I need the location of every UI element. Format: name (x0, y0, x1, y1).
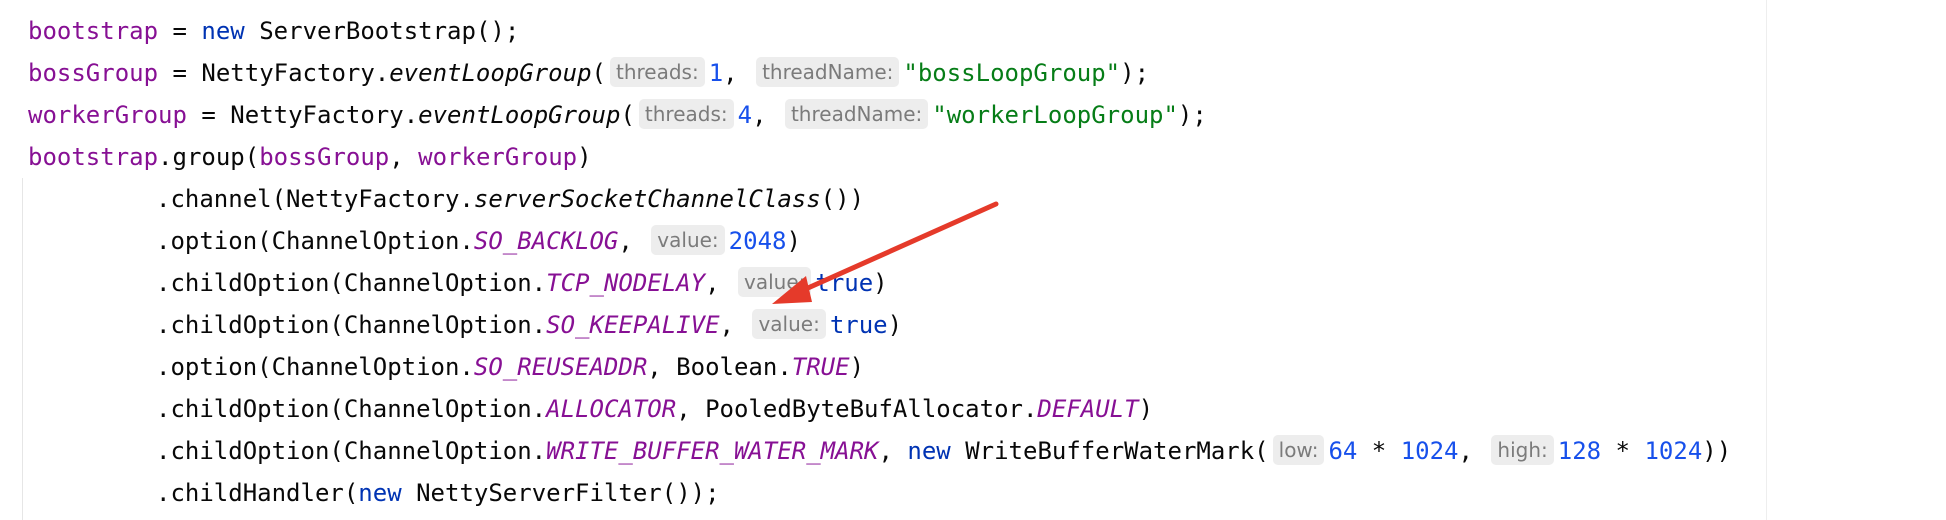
code-token: 128 (1557, 437, 1602, 465)
parameter-hint: high: (1491, 435, 1554, 465)
parameter-hint: value: (738, 267, 812, 297)
code-token: , (878, 437, 908, 465)
code-token: * (1357, 437, 1401, 465)
code-token: TCP_NODELAY (546, 269, 706, 297)
code-token: .option(ChannelOption. (156, 353, 474, 381)
code-token: ) (887, 311, 903, 339)
code-token: 4 (737, 101, 753, 129)
code-token: "workerLoopGroup" (932, 101, 1178, 129)
code-token: bootstrap (28, 17, 159, 45)
code-token: .childOption(ChannelOption. (156, 311, 547, 339)
code-line[interactable]: .childOption(ChannelOption.WRITE_BUFFER_… (156, 430, 1731, 472)
code-token: .group( (158, 143, 260, 171)
code-token: 64 (1328, 437, 1358, 465)
code-token: ALLOCATOR (546, 395, 677, 423)
code-token: )) (1702, 437, 1732, 465)
code-token: , (618, 227, 648, 255)
indent-guide (22, 178, 23, 520)
code-line[interactable]: workerGroup = NettyFactory.eventLoopGrou… (28, 94, 1207, 136)
code-token: .childHandler( (156, 479, 359, 507)
code-token: ServerBootstrap(); (244, 17, 520, 45)
code-token: ); (1177, 101, 1207, 129)
parameter-hint: threads: (609, 57, 705, 87)
code-token: = NettyFactory. (186, 101, 419, 129)
code-token: ) (577, 143, 592, 171)
code-line[interactable]: .childOption(ChannelOption.ALLOCATOR, Po… (156, 388, 1153, 430)
code-token: .channel(NettyFactory. (156, 185, 474, 213)
code-token: ) (873, 269, 888, 297)
code-token: , (389, 143, 419, 171)
code-token: ( (591, 59, 606, 87)
code-token: NettyServerFilter()); (401, 479, 720, 507)
code-line[interactable]: .option(ChannelOption.SO_BACKLOG, value:… (156, 220, 801, 262)
code-token: "bossLoopGroup" (903, 59, 1121, 87)
code-token: eventLoopGroup (389, 59, 592, 87)
code-token: WriteBufferWaterMark( (950, 437, 1269, 465)
parameter-hint: value: (752, 309, 826, 339)
parameter-hint: threads: (638, 99, 734, 129)
code-token: SO_KEEPALIVE (546, 311, 720, 339)
code-token: ); (1120, 59, 1150, 87)
code-token: new (201, 17, 245, 45)
code-line[interactable]: .childHandler(new NettyServerFilter()); (156, 472, 720, 514)
code-token: , (752, 101, 781, 129)
code-token: bossGroup (259, 143, 390, 171)
code-line[interactable]: .childOption(ChannelOption.SO_KEEPALIVE,… (156, 304, 902, 346)
code-token: true (815, 269, 874, 297)
code-token: SO_REUSEADDR (473, 353, 648, 381)
code-token: serverSocketChannelClass (473, 185, 821, 213)
parameter-hint: threadName: (784, 99, 929, 129)
code-line[interactable]: bossGroup = NettyFactory.eventLoopGroup(… (28, 52, 1149, 94)
code-line[interactable]: .option(ChannelOption.SO_REUSEADDR, Bool… (156, 346, 864, 388)
code-token: ) (786, 227, 801, 255)
code-token: , Boolean. (647, 353, 792, 381)
code-token: eventLoopGroup (418, 101, 621, 129)
code-token: , (723, 59, 753, 87)
code-token: , (705, 269, 734, 297)
code-token: TRUE (791, 353, 850, 381)
code-token: * (1601, 437, 1645, 465)
code-token: 1024 (1644, 437, 1703, 465)
code-token: , (1458, 437, 1488, 465)
code-token: 1024 (1400, 437, 1459, 465)
code-token: true (829, 311, 888, 339)
code-line[interactable]: bootstrap.group(bossGroup, workerGroup) (28, 136, 592, 178)
code-token: .childOption(ChannelOption. (156, 269, 547, 297)
code-token: bootstrap (28, 143, 159, 171)
code-token: .option(ChannelOption. (156, 227, 474, 255)
code-token: bossGroup (28, 59, 159, 87)
code-token: ()) (820, 185, 865, 213)
code-line[interactable]: .channel(NettyFactory.serverSocketChanne… (156, 178, 864, 220)
code-token: SO_BACKLOG (473, 227, 619, 255)
code-token: , (719, 311, 749, 339)
right-margin-guide (1766, 0, 1767, 520)
code-token: ( (620, 101, 635, 129)
code-token: new (358, 479, 402, 507)
code-token: .childOption(ChannelOption. (156, 437, 547, 465)
code-token: = NettyFactory. (158, 59, 390, 87)
code-token: .childOption(ChannelOption. (156, 395, 547, 423)
code-token: DEFAULT (1037, 395, 1139, 423)
code-token: ) (849, 353, 865, 381)
code-token: = (158, 17, 202, 45)
code-token: , PooledByteBufAllocator. (676, 395, 1038, 423)
code-token: 1 (708, 59, 724, 87)
parameter-hint: low: (1272, 435, 1325, 465)
code-line[interactable]: bootstrap = new ServerBootstrap(); (28, 10, 519, 52)
code-token: 2048 (728, 227, 787, 255)
parameter-hint: value: (651, 225, 725, 255)
parameter-hint: threadName: (756, 57, 900, 87)
code-token: ) (1138, 395, 1154, 423)
code-token: workerGroup (28, 101, 187, 129)
code-editor[interactable]: bootstrap = new ServerBootstrap(); bossGr… (0, 0, 1946, 520)
code-token: new (907, 437, 951, 465)
code-token: workerGroup (418, 143, 578, 171)
code-line[interactable]: .childOption(ChannelOption.TCP_NODELAY, … (156, 262, 888, 304)
code-token: WRITE_BUFFER_WATER_MARK (546, 437, 879, 465)
